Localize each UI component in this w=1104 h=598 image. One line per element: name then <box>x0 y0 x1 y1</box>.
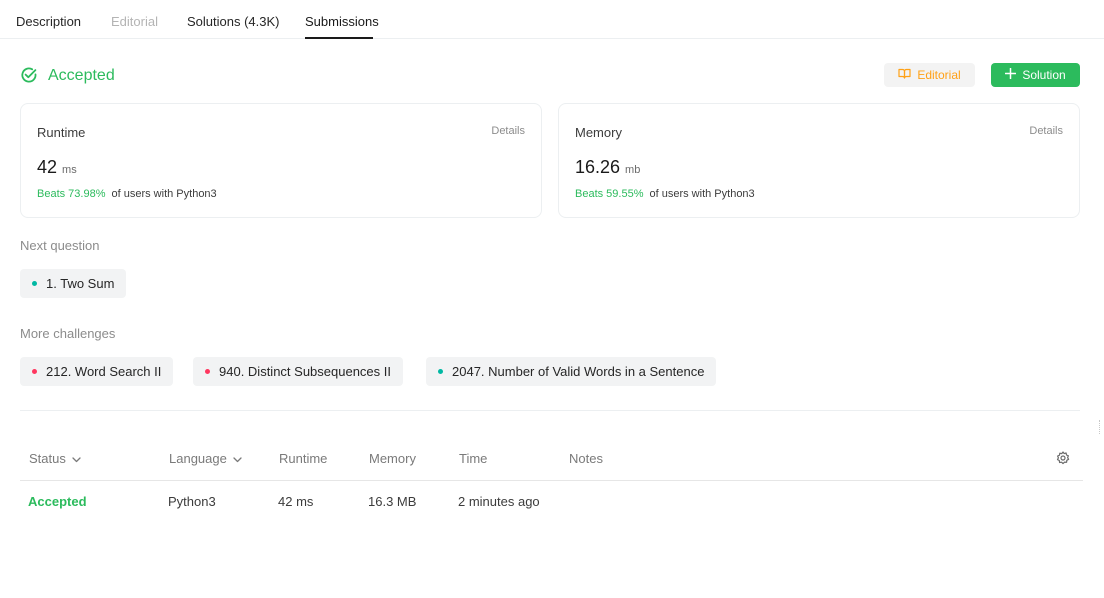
solution-button-label: Solution <box>1022 68 1066 82</box>
language-header: Language <box>169 451 227 466</box>
status-header: Status <box>29 451 66 466</box>
challenge-chip[interactable]: 212. Word Search II <box>20 357 174 386</box>
next-question-label: Next question <box>20 238 100 253</box>
easy-difficulty-dot <box>32 281 37 286</box>
memory-card: Memory Details 16.26 mb Beats 59.55% of … <box>558 103 1080 218</box>
question-title: 1. Two Sum <box>46 276 115 291</box>
runtime-number: 42 <box>37 157 58 177</box>
editorial-button-label: Editorial <box>917 68 961 82</box>
panel-resize-handle[interactable] <box>1099 420 1102 434</box>
runtime-value: 42 ms <box>37 157 77 178</box>
section-divider <box>20 410 1080 411</box>
submission-memory: 16.3 MB <box>368 494 417 509</box>
runtime-card: Runtime Details 42 ms Beats 73.98% of us… <box>20 103 542 218</box>
gear-icon[interactable] <box>1056 451 1070 468</box>
memory-details-link[interactable]: Details <box>1029 125 1063 137</box>
submission-time: 2 minutes ago <box>458 494 540 509</box>
hard-difficulty-dot <box>205 369 210 374</box>
active-tab-indicator <box>305 37 373 39</box>
check-circle-icon <box>20 66 38 87</box>
memory-beats-percent: Beats 59.55% <box>575 188 644 200</box>
next-question-chip[interactable]: 1. Two Sum <box>20 269 127 298</box>
memory-beats-suffix: of users with Python3 <box>649 188 755 200</box>
challenge-title: 940. Distinct Subsequences II <box>219 364 391 379</box>
challenge-chip[interactable]: 2047. Number of Valid Words in a Sentenc… <box>426 357 717 386</box>
more-challenges-label: More challenges <box>20 326 116 341</box>
challenge-title: 212. Word Search II <box>46 364 162 379</box>
runtime-beats: Beats 73.98% of users with Python3 <box>37 188 217 200</box>
tab-submissions[interactable]: Submissions <box>305 14 379 29</box>
tab-editorial[interactable]: Editorial <box>111 14 158 29</box>
language-column-filter[interactable]: Language <box>169 451 242 466</box>
chevron-down-icon <box>66 451 81 466</box>
notes-header: Notes <box>569 451 603 466</box>
challenge-title: 2047. Number of Valid Words in a Sentenc… <box>452 364 705 379</box>
runtime-beats-suffix: of users with Python3 <box>111 188 217 200</box>
memory-unit: mb <box>625 164 641 176</box>
submission-status: Accepted <box>20 64 115 88</box>
submission-status-link[interactable]: Accepted <box>28 494 87 509</box>
table-header-divider <box>20 480 1083 481</box>
runtime-details-link[interactable]: Details <box>491 125 525 137</box>
plus-icon <box>1005 67 1022 82</box>
runtime-beats-percent: Beats 73.98% <box>37 188 106 200</box>
memory-beats: Beats 59.55% of users with Python3 <box>575 188 755 200</box>
runtime-label: Runtime <box>37 125 86 140</box>
memory-number: 16.26 <box>575 157 621 177</box>
time-header: Time <box>459 451 488 466</box>
memory-value: 16.26 mb <box>575 157 640 178</box>
hard-difficulty-dot <box>32 369 37 374</box>
runtime-unit: ms <box>62 164 77 176</box>
submission-language: Python3 <box>168 494 216 509</box>
post-solution-button[interactable]: Solution <box>991 63 1080 87</box>
book-icon <box>898 68 917 82</box>
memory-label: Memory <box>575 125 622 140</box>
submission-runtime: 42 ms <box>278 494 314 509</box>
status-title: Accepted <box>48 67 115 84</box>
tab-solutions[interactable]: Solutions (4.3K) <box>187 14 280 29</box>
tab-description[interactable]: Description <box>16 14 81 29</box>
easy-difficulty-dot <box>438 369 443 374</box>
challenge-chip[interactable]: 940. Distinct Subsequences II <box>193 357 403 386</box>
chevron-down-icon <box>227 451 242 466</box>
editorial-button[interactable]: Editorial <box>884 63 975 87</box>
memory-header: Memory <box>369 451 416 466</box>
runtime-header: Runtime <box>279 451 328 466</box>
tab-bar: Description Editorial Solutions (4.3K) S… <box>0 0 1104 39</box>
status-column-filter[interactable]: Status <box>29 451 81 466</box>
